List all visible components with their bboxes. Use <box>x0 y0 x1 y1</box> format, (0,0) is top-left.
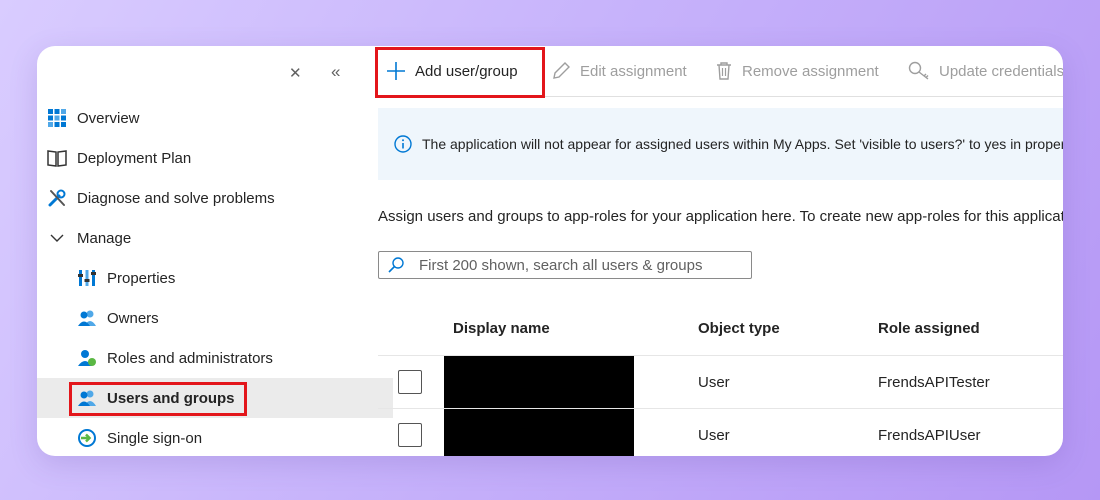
row-checkbox[interactable] <box>398 423 422 447</box>
sidebar-item-properties[interactable]: Properties <box>37 258 393 298</box>
sidebar-group-manage[interactable]: Manage <box>37 218 363 258</box>
role-assigned-cell: FrendsAPITester <box>878 374 990 391</box>
close-icon[interactable]: ✕ <box>289 64 302 82</box>
search-box[interactable] <box>378 251 752 279</box>
wrench-icon <box>47 188 67 208</box>
sidebar-item-roles[interactable]: Roles and administrators <box>37 338 393 378</box>
sidebar-item-deployment-plan[interactable]: Deployment Plan <box>37 138 363 178</box>
assignment-description: Assign users and groups to app-roles for… <box>378 208 1063 225</box>
app-window: ✕ « Overview Deployment Plan Diagnose an… <box>37 46 1063 456</box>
sidebar-item-diagnose[interactable]: Diagnose and solve problems <box>37 178 363 218</box>
search-input[interactable] <box>419 256 739 274</box>
add-user-group-label: Add user/group <box>415 62 518 80</box>
edit-assignment-button[interactable]: Edit assignment <box>551 46 687 96</box>
sidebar-item-label: Single sign-on <box>107 429 203 447</box>
role-assigned-cell: FrendsAPIUser <box>878 427 981 444</box>
info-banner: The application will not appear for assi… <box>378 108 1063 180</box>
table-row[interactable]: User FrendsAPIUser <box>378 408 1063 456</box>
trash-icon <box>715 61 733 81</box>
add-user-group-button[interactable]: Add user/group <box>386 46 518 96</box>
column-header-display-name[interactable]: Display name <box>453 320 550 337</box>
remove-assignment-label: Remove assignment <box>742 62 879 80</box>
users-groups-icon <box>77 388 97 408</box>
sidebar: ✕ « Overview Deployment Plan Diagnose an… <box>37 46 393 456</box>
edit-assignment-label: Edit assignment <box>580 62 687 80</box>
plus-icon <box>386 61 406 81</box>
main-content: Add user/group Edit assignment Remove as… <box>375 46 1063 456</box>
row-checkbox[interactable] <box>398 370 422 394</box>
chevron-down-icon <box>47 228 67 248</box>
remove-assignment-button[interactable]: Remove assignment <box>715 46 879 96</box>
sidebar-item-label: Users and groups <box>107 389 235 407</box>
owners-icon <box>77 308 97 328</box>
redacted-display-name <box>444 356 634 409</box>
redacted-display-name <box>444 409 634 456</box>
grid-icon <box>47 108 67 128</box>
info-banner-text: The application will not appear for assi… <box>422 136 1063 152</box>
table-row[interactable]: User FrendsAPITester <box>378 355 1063 409</box>
info-icon <box>394 135 412 153</box>
sidebar-item-label: Roles and administrators <box>107 349 273 367</box>
toolbar: Add user/group Edit assignment Remove as… <box>378 46 1063 97</box>
sidebar-item-label: Deployment Plan <box>77 149 192 167</box>
update-credentials-label: Update credentials <box>939 62 1063 80</box>
pencil-icon <box>551 61 571 81</box>
key-icon <box>908 61 930 81</box>
object-type-cell: User <box>698 374 730 391</box>
sidebar-item-label: Manage <box>77 229 132 247</box>
properties-icon <box>77 268 97 288</box>
sidebar-item-single-sign-on[interactable]: Single sign-on <box>37 418 393 456</box>
sso-icon <box>77 428 97 448</box>
search-icon <box>387 256 405 274</box>
sidebar-item-owners[interactable]: Owners <box>37 298 393 338</box>
sidebar-item-overview[interactable]: Overview <box>37 98 363 138</box>
book-icon <box>47 148 67 168</box>
collapse-sidebar-icon[interactable]: « <box>331 62 340 82</box>
sidebar-item-users-and-groups[interactable]: Users and groups <box>37 378 393 418</box>
sidebar-item-label: Properties <box>107 269 176 287</box>
roles-icon <box>77 348 97 368</box>
update-credentials-button[interactable]: Update credentials <box>908 46 1063 96</box>
column-header-role-assigned[interactable]: Role assigned <box>878 320 980 337</box>
sidebar-item-label: Owners <box>107 309 159 327</box>
sidebar-item-label: Diagnose and solve problems <box>77 189 275 207</box>
object-type-cell: User <box>698 427 730 444</box>
column-header-object-type[interactable]: Object type <box>698 320 780 337</box>
sidebar-item-label: Overview <box>77 109 140 127</box>
